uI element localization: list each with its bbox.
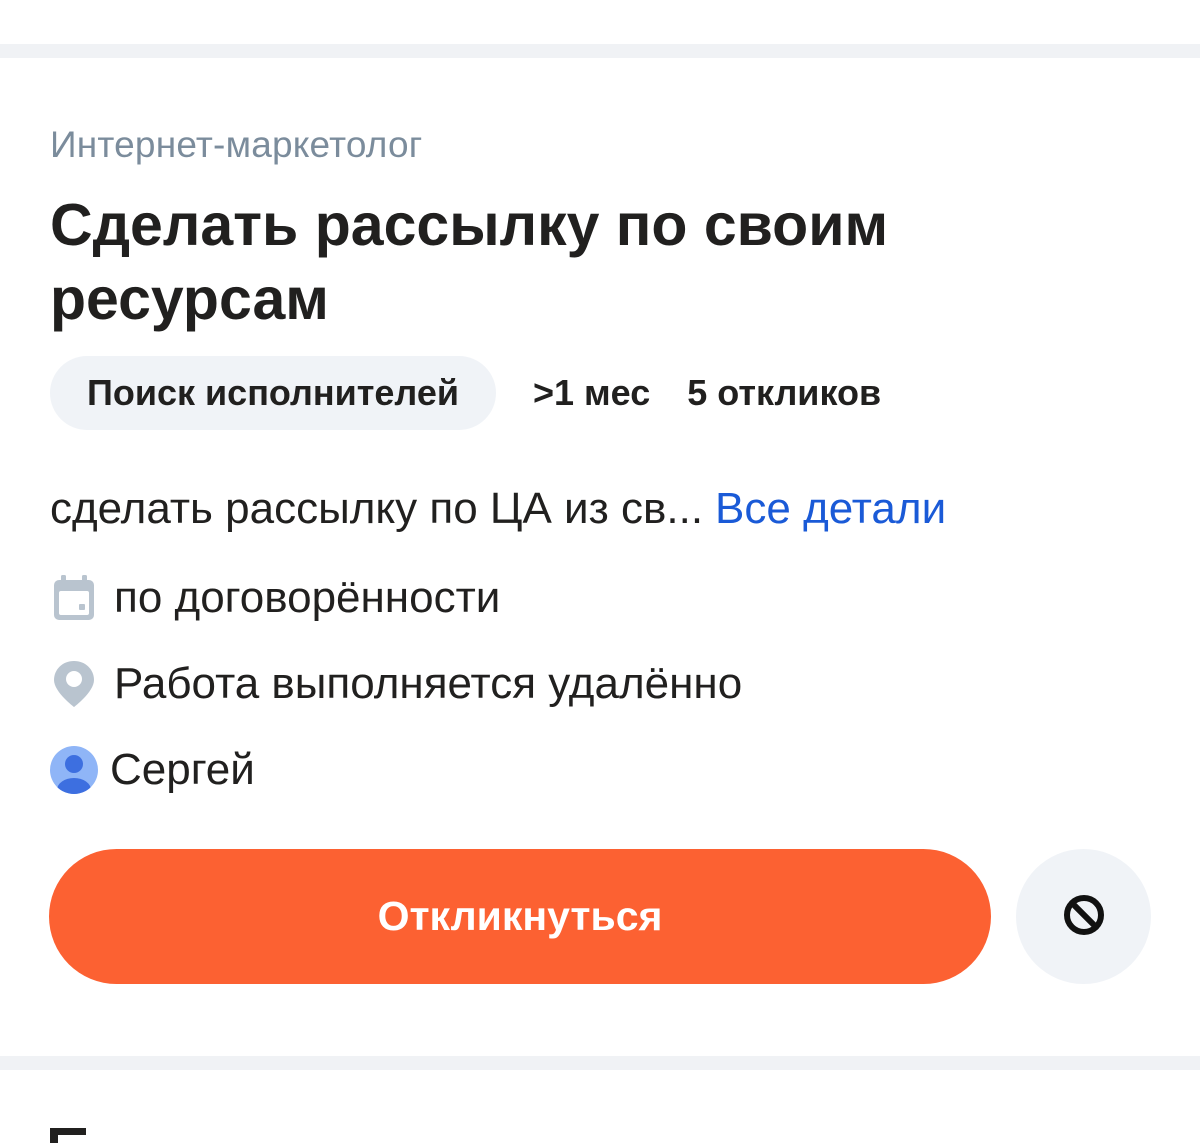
task-description-preview: сделать рассылку по ЦА из св... <box>50 484 704 533</box>
hide-task-button[interactable] <box>1016 849 1151 984</box>
next-card-title-peek <box>50 1128 86 1143</box>
task-title[interactable]: Сделать рассылку по своим ресурсам <box>50 188 950 336</box>
block-icon <box>1062 893 1106 940</box>
task-date-row: по договорённости <box>50 570 500 626</box>
task-duration: >1 мес <box>532 372 651 413</box>
task-location: Работа выполняется удалённо <box>114 659 743 708</box>
task-card-page: Интернет-маркетолог Сделать рассылку по … <box>0 0 1200 1143</box>
section-divider-bottom <box>0 1056 1200 1070</box>
all-details-link[interactable]: Все детали <box>715 484 946 533</box>
section-divider-top <box>0 44 1200 58</box>
task-author-name[interactable]: Сергей <box>110 745 255 795</box>
calendar-icon <box>50 574 98 622</box>
task-category: Интернет-маркетолог <box>50 124 423 165</box>
task-meta-row: Поиск исполнителей >1 мес 5 откликов <box>50 356 881 430</box>
status-badge: Поиск исполнителей <box>50 356 496 430</box>
respond-button[interactable]: Откликнуться <box>49 849 991 984</box>
task-location-row: Работа выполняется удалённо <box>50 656 742 712</box>
task-responses-count: 5 откликов <box>687 372 882 413</box>
location-pin-icon <box>50 660 98 708</box>
user-avatar-icon <box>50 746 98 794</box>
task-description: сделать рассылку по ЦА из св... Все детал… <box>50 484 946 534</box>
task-author-row[interactable]: Сергей <box>50 742 255 798</box>
task-date: по договорённости <box>114 573 501 622</box>
